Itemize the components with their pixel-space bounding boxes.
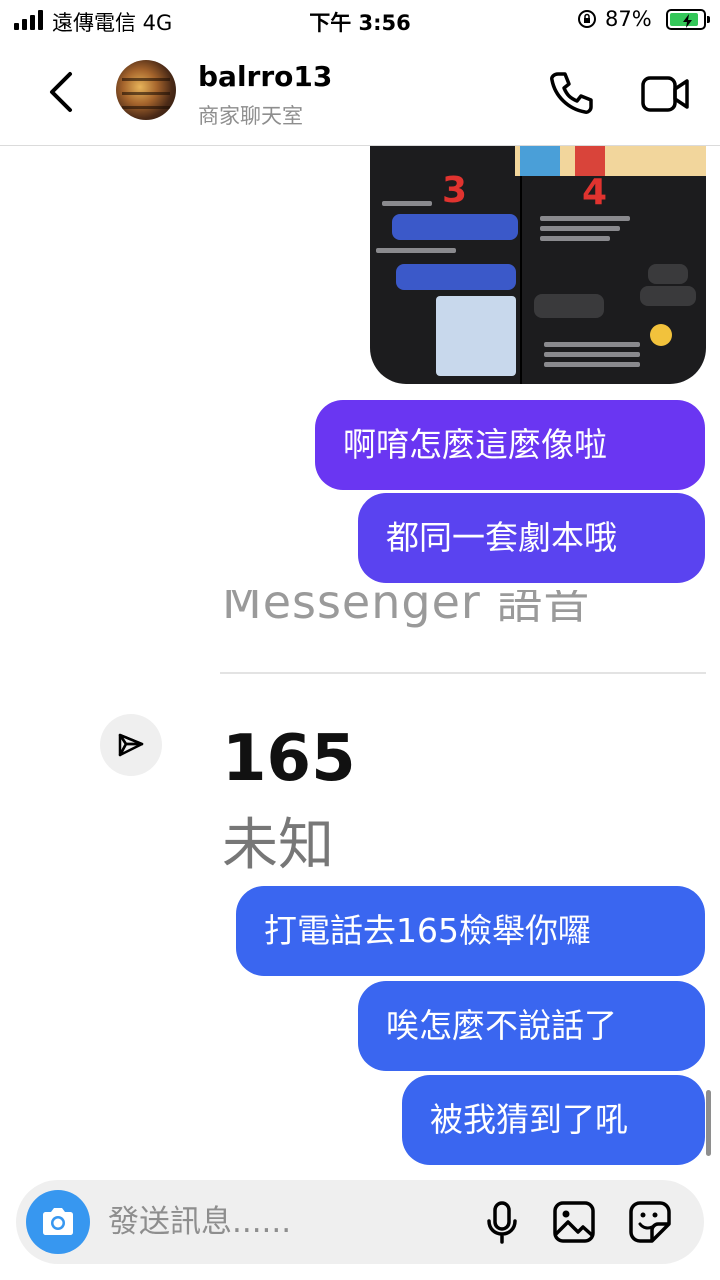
back-icon[interactable] — [44, 70, 80, 114]
gallery-icon[interactable] — [552, 1200, 596, 1244]
share-button[interactable] — [100, 714, 162, 776]
panel-number-3: 3 — [442, 170, 468, 211]
battery-charging-icon — [666, 9, 710, 30]
battery-fill — [670, 13, 698, 28]
shared-screenshot-image[interactable]: 3 4 — [370, 146, 706, 384]
chat-subtitle: 商家聊天室 — [198, 104, 303, 128]
microphone-icon[interactable] — [484, 1200, 520, 1246]
send-arrow-icon — [118, 733, 144, 757]
message-bubble[interactable]: 啊唷怎麼這麼像啦 — [315, 400, 705, 490]
preview-divider — [220, 672, 706, 674]
chat-username[interactable]: balrro13 — [198, 60, 332, 93]
messenger-call-label: Messenger 語音 — [222, 590, 591, 629]
message-input[interactable] — [108, 1192, 468, 1252]
status-bar: 遠傳電信 4G 下午 3:56 87% — [0, 0, 720, 40]
battery-percent: 87% — [605, 7, 652, 31]
camera-button[interactable] — [26, 1190, 90, 1254]
video-camera-icon[interactable] — [640, 74, 690, 114]
image-top-strip — [370, 146, 706, 176]
call-preview-status: 未知 — [222, 813, 334, 878]
panel-number-4: 4 — [582, 172, 608, 213]
message-bubble[interactable]: 都同一套劇本哦 — [358, 493, 705, 583]
call-preview-number[interactable]: 165 — [222, 722, 356, 796]
message-bubble[interactable]: 被我猜到了吼 — [402, 1075, 705, 1165]
image-divider — [520, 176, 522, 384]
avatar[interactable] — [116, 60, 176, 120]
phone-icon[interactable] — [548, 70, 594, 116]
sticker-icon[interactable] — [628, 1200, 672, 1244]
message-composer — [16, 1180, 704, 1264]
chat-header: balrro13 商家聊天室 — [0, 44, 720, 146]
message-bubble[interactable]: 唉怎麼不說話了 — [358, 981, 705, 1071]
scrollbar-thumb[interactable] — [706, 1090, 711, 1156]
camera-icon — [43, 1208, 73, 1235]
orientation-lock-icon — [578, 10, 596, 28]
message-bubble[interactable]: 打電話去165檢舉你囉 — [236, 886, 705, 976]
